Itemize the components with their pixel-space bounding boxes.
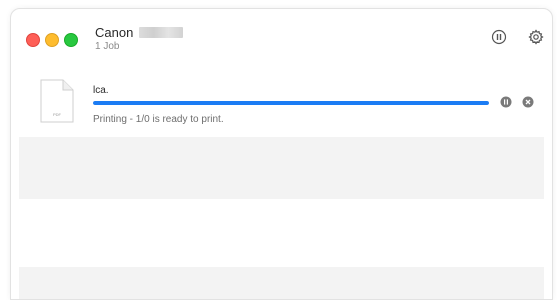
empty-list-row: [19, 267, 544, 299]
print-queue-window: Canon 1 Job PDF lca. Printing - 1/0 is r…: [10, 8, 553, 300]
gear-icon: [528, 29, 544, 45]
doc-type-label: PDF: [53, 112, 62, 117]
pause-circle-icon: [491, 29, 507, 45]
printer-name: Canon: [95, 25, 184, 40]
empty-list-row: [19, 137, 544, 199]
job-progress-fill: [93, 101, 489, 105]
close-button[interactable]: [26, 33, 40, 47]
minimize-button[interactable]: [45, 33, 59, 47]
redacted-printer-model: [139, 27, 184, 38]
pause-job-button[interactable]: [499, 95, 513, 109]
pause-job-icon: [500, 96, 512, 108]
title-bar: Canon 1 Job: [11, 9, 552, 65]
close-icon: [522, 96, 534, 108]
printer-name-label: Canon: [95, 25, 134, 40]
job-status: Printing - 1/0 is ready to print.: [93, 114, 224, 125]
print-job-row[interactable]: PDF lca. Printing - 1/0 is ready to prin…: [11, 71, 552, 137]
cancel-job-button[interactable]: [521, 95, 535, 109]
document-icon: PDF: [39, 79, 75, 123]
printer-settings-button[interactable]: [528, 29, 544, 45]
job-title: lca.: [93, 85, 109, 96]
job-progress-bar: [93, 101, 489, 105]
zoom-button[interactable]: [64, 33, 78, 47]
job-count: 1 Job: [95, 41, 120, 52]
pause-printer-button[interactable]: [491, 29, 507, 45]
